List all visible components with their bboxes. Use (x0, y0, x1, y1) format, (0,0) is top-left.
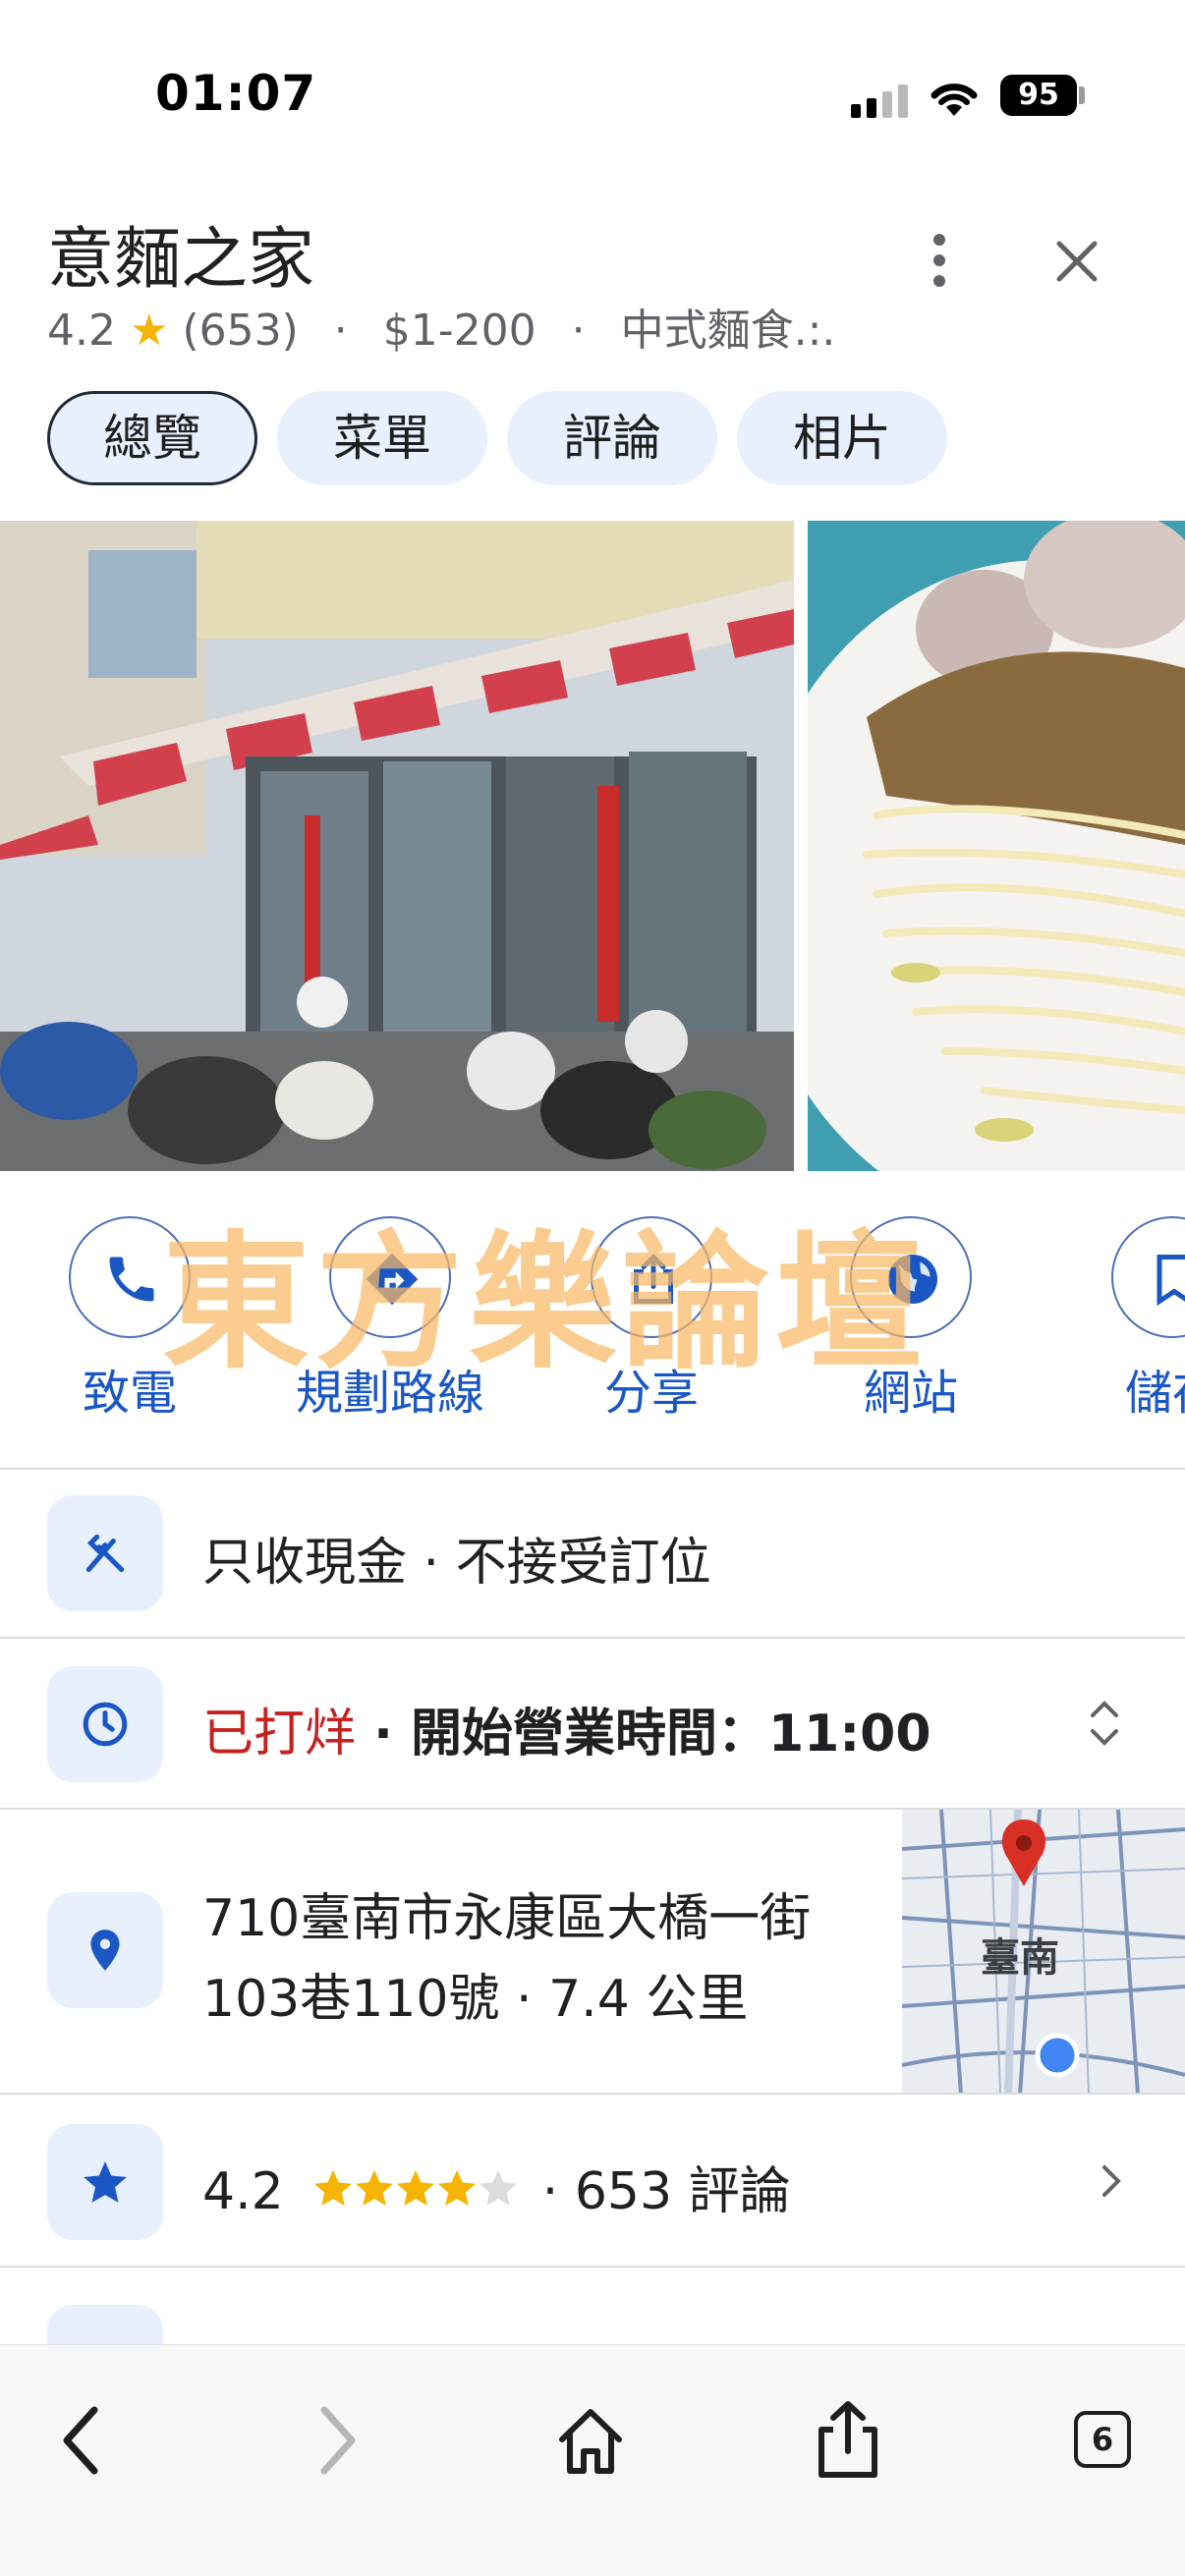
tab-overview[interactable]: 總覽 (47, 391, 257, 485)
chevron-right-icon[interactable] (1091, 2157, 1130, 2205)
hours-row[interactable]: 已打烊 · 開始營業時間：11:00 (202, 1692, 931, 1765)
divider (0, 2266, 1185, 2268)
tabs-count: 6 (1074, 2411, 1131, 2468)
save-action[interactable]: 儲存 (1059, 1216, 1185, 1423)
rating-star-icon: ★ (129, 306, 169, 356)
expand-hours-icon[interactable] (1085, 1696, 1124, 1751)
rating-star-mark (480, 2170, 518, 2206)
close-icon[interactable] (1042, 226, 1112, 297)
rating-star-mark (397, 2170, 435, 2206)
place-meta-row: 4.2 ★ (653) · $1-200 · 中式麵食.:. (47, 295, 835, 358)
star-icon (47, 2124, 163, 2240)
address-line-2: 103巷110號 · 7.4 公里 (202, 1970, 749, 2029)
status-bar: 01:07 95 (0, 0, 1185, 187)
hours-status: 已打烊 (202, 1705, 357, 1764)
tab-reviews[interactable]: 評論 (507, 391, 717, 485)
review-count: (653) (182, 306, 299, 356)
rating-row[interactable]: 4.2 · 653 評論 (202, 2150, 791, 2228)
rating-value: 4.2 (47, 306, 116, 356)
directions-icon[interactable] (329, 1216, 451, 1338)
cutlery-icon (47, 1495, 163, 1611)
website-action[interactable]: 網站 (798, 1216, 1024, 1423)
phone-icon[interactable] (69, 1216, 191, 1338)
website-label: 網站 (863, 1366, 958, 1421)
divider (0, 1637, 1185, 1639)
rating-star-mark (356, 2170, 394, 2206)
home-icon[interactable] (546, 2396, 635, 2485)
call-action[interactable]: 致電 (17, 1216, 243, 1423)
location-pin-icon (47, 1892, 163, 2008)
tab-photos[interactable]: 相片 (737, 391, 947, 485)
hours-detail: · 開始營業時間：11:00 (356, 1705, 931, 1764)
status-time: 01:07 (155, 65, 317, 122)
forward-icon[interactable] (291, 2396, 379, 2485)
tab-menu[interactable]: 菜單 (277, 391, 487, 485)
call-label: 致電 (82, 1366, 177, 1421)
clock-icon (47, 1666, 163, 1782)
share-icon[interactable] (591, 1216, 712, 1338)
map-city-label: 臺南 (981, 1935, 1059, 1981)
tabs-button[interactable]: 6 (1059, 2396, 1148, 2485)
map-thumbnail[interactable]: 臺南 (902, 1810, 1185, 2095)
wifi-icon (931, 84, 978, 116)
save-label: 儲存 (1124, 1366, 1185, 1421)
menu-icon (47, 2305, 163, 2344)
more-options-button[interactable] (904, 226, 973, 295)
cellular-signal-icon (851, 84, 910, 118)
price-range: $1-200 (382, 306, 536, 356)
rating-star-mark (438, 2170, 477, 2206)
separator: · (571, 306, 586, 356)
rating-row-reviews: · 653 評論 (541, 2162, 791, 2221)
share-label: 分享 (603, 1366, 699, 1421)
browser-toolbar: 6 (0, 2344, 1185, 2576)
divider (0, 2093, 1185, 2095)
directions-action[interactable]: 規劃路線 (277, 1216, 503, 1423)
back-icon[interactable] (39, 2396, 128, 2485)
battery-icon: 95 (1000, 75, 1077, 116)
rating-row-value: 4.2 (202, 2162, 284, 2221)
address[interactable]: 710臺南市永康區大橋一街 103巷110號 · 7.4 公里 (202, 1878, 811, 2040)
storefront-photo[interactable] (0, 521, 794, 1171)
rating-stars (313, 2161, 520, 2220)
battery-tip (1079, 86, 1085, 104)
globe-icon[interactable] (850, 1216, 972, 1338)
place-title: 意麵之家 (47, 221, 315, 299)
directions-label: 規劃路線 (295, 1366, 484, 1421)
service-options-text: 只收現金 · 不接受訂位 (202, 1534, 711, 1593)
bookmark-icon[interactable] (1111, 1216, 1185, 1338)
separator: · (333, 306, 348, 356)
share-action[interactable]: 分享 (538, 1216, 764, 1423)
noodle-dish-photo[interactable] (808, 521, 1185, 1171)
rating-star-mark (314, 2170, 353, 2206)
category[interactable]: 中式麵食.:. (621, 306, 836, 356)
share-sheet-icon[interactable] (804, 2396, 892, 2485)
divider (0, 1468, 1185, 1470)
address-line-1: 710臺南市永康區大橋一街 (202, 1889, 812, 1948)
